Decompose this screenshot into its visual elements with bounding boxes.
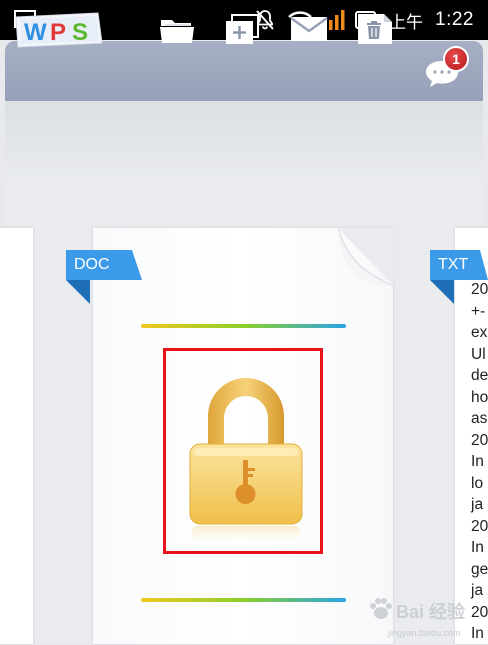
txt-line: de [471, 367, 488, 384]
txt-line: as [471, 410, 488, 427]
app-toolbar [5, 41, 483, 101]
padlock-icon[interactable] [184, 372, 308, 548]
txt-line: Ul [471, 345, 486, 363]
doc-tag-label: DOC [74, 256, 110, 273]
gradient-divider-bottom [141, 598, 346, 602]
notification-badge[interactable]: 1 [443, 46, 469, 72]
txt-line: ja [471, 496, 484, 513]
txt-line: 20 [471, 517, 488, 535]
txt-tag-label: TXT [438, 256, 469, 273]
svg-text:P: P [50, 19, 66, 46]
watermark-url: jingyan.baidu.com [388, 628, 461, 638]
txt-line: In [471, 453, 484, 470]
txt-line: lo [471, 474, 484, 492]
paw-icon [370, 598, 392, 619]
svg-text:S: S [72, 19, 88, 46]
previous-document-card[interactable] [0, 228, 33, 644]
gradient-divider-top [141, 324, 346, 328]
delete-button[interactable] [356, 12, 394, 46]
txt-line: In [471, 539, 484, 556]
page-fold-corner [338, 228, 394, 286]
doc-type-tag: DOC [66, 250, 142, 304]
txt-preview-text: 20 +- ex Ul de ho as 20 In lo ja 20 In g… [471, 279, 488, 645]
txt-line: ge [471, 560, 488, 578]
txt-line: 20 [471, 281, 488, 298]
send-email-button[interactable] [290, 12, 328, 46]
wps-logo[interactable]: W P S [12, 11, 104, 49]
txt-line: 20 [471, 431, 488, 449]
txt-line: +- [471, 302, 486, 320]
watermark-text: Bai 经验 [396, 602, 466, 622]
baidu-watermark: Bai 经验 [368, 592, 482, 632]
am-pm-label: 上午 [389, 12, 424, 32]
txt-type-tag: TXT [430, 250, 488, 304]
svg-text:W: W [24, 19, 47, 46]
open-folder-button[interactable] [158, 12, 196, 46]
txt-line: ex [471, 324, 488, 341]
clock-time: 1:22 [435, 9, 474, 30]
txt-line: ho [471, 388, 488, 406]
new-document-button[interactable] [223, 12, 261, 46]
